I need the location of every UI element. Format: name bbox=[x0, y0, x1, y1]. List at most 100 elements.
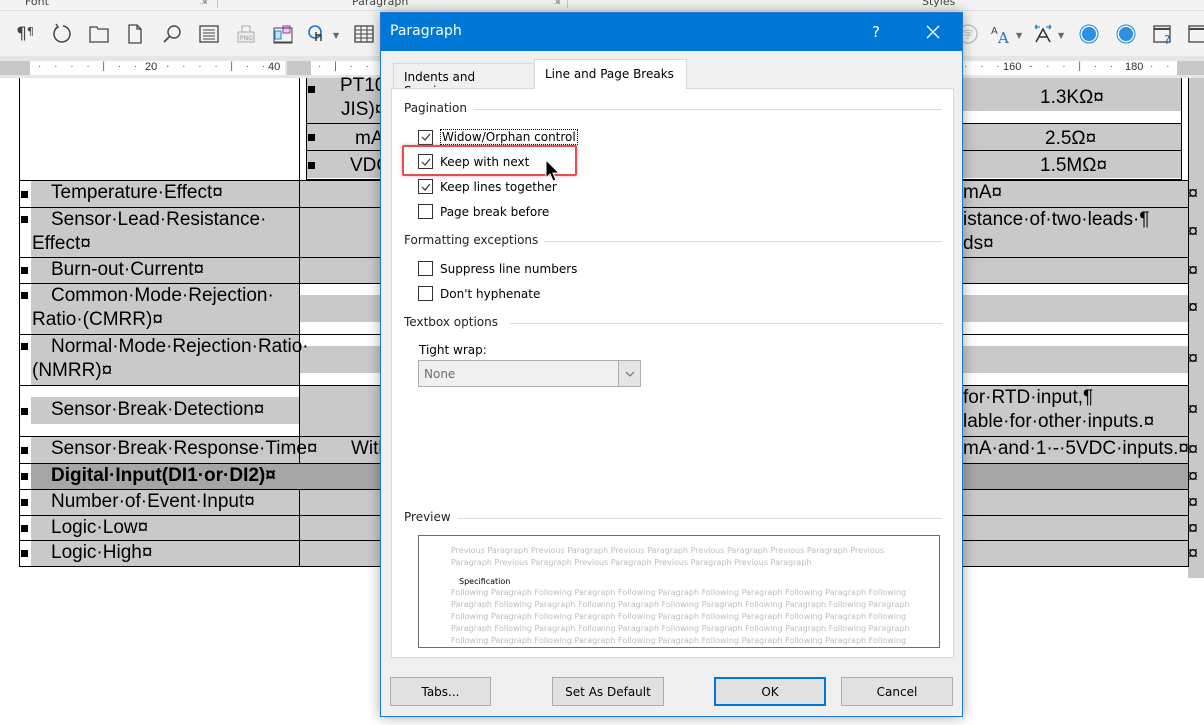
font-size-icon[interactable]: AA bbox=[989, 22, 1013, 46]
widow-orphan-control-checkbox[interactable]: Widow/Orphan control bbox=[418, 129, 578, 145]
row-label: Common·Mode·Rejection· bbox=[51, 285, 274, 306]
cell-end-mark: ¤ bbox=[1188, 183, 1199, 203]
refresh-icon[interactable] bbox=[50, 22, 74, 46]
row-label-cont: Ratio·(CMRR)¤ bbox=[32, 309, 163, 330]
preview-following-line: Paragraph Following Paragraph Following … bbox=[451, 600, 910, 609]
tab-line-and-page-breaks[interactable]: Line and Page Breaks bbox=[534, 59, 687, 89]
row-label: Temperature·Effect¤ bbox=[51, 182, 223, 203]
touch-mode-dropdown-icon[interactable]: ▼ bbox=[333, 31, 339, 40]
ok-label: OK bbox=[761, 684, 779, 699]
sub-row-value: 1.5MΩ¤ bbox=[1040, 155, 1108, 176]
checkbox-label: Suppress line numbers bbox=[440, 261, 578, 276]
touch-mode-icon[interactable] bbox=[305, 22, 329, 46]
png-export-icon[interactable]: PNG bbox=[234, 22, 258, 46]
ribbon-group-font[interactable]: Font bbox=[25, 0, 49, 8]
text-direction-icon[interactable] bbox=[1031, 22, 1055, 46]
calendar-help-icon[interactable]: ? bbox=[1151, 22, 1175, 46]
ok-button[interactable]: OK bbox=[714, 677, 826, 706]
row-label: Normal·Mode·Rejection·Ratio· bbox=[51, 336, 309, 357]
row-label: Burn-out·Current¤ bbox=[51, 259, 205, 280]
list-bullet bbox=[21, 343, 28, 350]
checkmark-icon bbox=[421, 133, 430, 141]
sub-row-label: JIS)¤ bbox=[341, 99, 386, 120]
list-bullet bbox=[21, 473, 28, 480]
row-label: Sensor·Break·Detection¤ bbox=[51, 399, 265, 420]
cell-end-mark: ¤ bbox=[1188, 297, 1199, 317]
ribbon-group-paragraph[interactable]: Paragraph bbox=[352, 0, 408, 8]
tab-indents-and-spacing[interactable]: Indents and Spacing bbox=[393, 63, 534, 98]
dont-hyphenate-checkbox[interactable]: Don't hyphenate bbox=[418, 286, 540, 301]
list-bullet bbox=[21, 292, 28, 299]
svg-text:A: A bbox=[991, 26, 998, 37]
row-value: istance·of·two·leads·¶ bbox=[963, 209, 1150, 230]
svg-text:?: ? bbox=[1164, 33, 1170, 45]
preview-previous-line: Previous Paragraph Previous Paragraph Pr… bbox=[451, 546, 885, 555]
preview-following-line: Following Paragraph Following Paragraph … bbox=[451, 588, 907, 597]
row-value: mA¤ bbox=[963, 182, 1003, 203]
paragraph-dialog-launcher-icon[interactable]: ⇲ bbox=[553, 0, 561, 7]
preview-current-paragraph: Specification bbox=[459, 577, 511, 586]
3d-objects-icon[interactable] bbox=[271, 22, 295, 46]
close-icon bbox=[926, 25, 940, 39]
preview-previous-line: Paragraph Previous Paragraph Previous Pa… bbox=[451, 558, 812, 567]
list-bullet bbox=[21, 550, 28, 557]
help-button[interactable]: ? bbox=[857, 13, 895, 51]
show-formatting-marks-icon[interactable]: ¶ ¶ bbox=[13, 22, 37, 46]
cell-end-mark: ¤ bbox=[1188, 399, 1199, 419]
cell-end-mark: ¤ bbox=[1188, 466, 1199, 486]
checkbox-unchecked bbox=[418, 261, 433, 276]
tabs-button[interactable]: Tabs... bbox=[390, 677, 491, 706]
font-size-dropdown-icon[interactable]: ▼ bbox=[1016, 31, 1022, 40]
ruler-label-180: 180 bbox=[1125, 61, 1144, 73]
font-dialog-launcher-icon[interactable]: ⇲ bbox=[200, 0, 208, 7]
list-bullet bbox=[21, 447, 28, 454]
keep-lines-together-checkbox[interactable]: Keep lines together bbox=[418, 179, 557, 194]
list-bullet bbox=[21, 191, 28, 198]
cell-end-mark: ¤ bbox=[1188, 348, 1199, 368]
tab-label: Line and Page Breaks bbox=[545, 67, 674, 81]
circle-blue-icon-1[interactable] bbox=[1077, 22, 1101, 46]
page-break-before-checkbox[interactable]: Page break before bbox=[418, 204, 549, 219]
word-window: Font ⇲ Paragraph ⇲ Styles ¶ ¶ PNG ▼ 字 A … bbox=[0, 0, 1204, 725]
preview-following-line: Following Paragraph Following Paragraph … bbox=[451, 612, 907, 621]
table-icon[interactable] bbox=[352, 22, 376, 46]
suppress-line-numbers-checkbox[interactable]: Suppress line numbers bbox=[418, 261, 577, 276]
folder-icon[interactable] bbox=[87, 22, 111, 46]
list-bullet bbox=[21, 525, 28, 532]
help-icon: ? bbox=[872, 23, 880, 41]
chevron-down-icon[interactable] bbox=[618, 361, 640, 386]
close-button[interactable] bbox=[911, 13, 955, 51]
new-document-icon[interactable] bbox=[123, 22, 147, 46]
circle-blue-icon-2[interactable] bbox=[1114, 22, 1138, 46]
row-label: Sensor·Break·Response·Time¤ bbox=[51, 438, 318, 459]
row-label-cont: Effect¤ bbox=[32, 233, 91, 254]
checkmark-icon bbox=[421, 183, 430, 191]
row-label: Digital·Input(DI1·or·DI2)¤ bbox=[51, 465, 276, 486]
cell-end-mark: ¤ bbox=[1188, 439, 1199, 459]
checkbox-checked bbox=[418, 129, 433, 145]
pagination-section-label: Pagination bbox=[404, 101, 473, 115]
list-bullet bbox=[21, 499, 28, 506]
sub-row-value: 2.5Ω¤ bbox=[1045, 128, 1097, 149]
row-value-cont: ds¤ bbox=[963, 233, 994, 254]
dialog-titlebar[interactable]: Paragraph ? bbox=[381, 13, 962, 51]
row-label: Number·of·Event·Input¤ bbox=[51, 491, 255, 512]
cancel-button[interactable]: Cancel bbox=[841, 677, 953, 706]
checkbox-unchecked bbox=[418, 286, 433, 301]
row-value-cont: lable·for·other·inputs.¤ bbox=[963, 411, 1155, 432]
list-bullet bbox=[21, 216, 28, 223]
cell-end-mark: ¤ bbox=[1188, 221, 1199, 241]
text-direction-dropdown-icon[interactable]: ▼ bbox=[1058, 31, 1064, 40]
ruler-label-160: 160 bbox=[1003, 61, 1022, 73]
svg-text:字: 字 bbox=[963, 28, 973, 41]
textbox-options-section-label: Textbox options bbox=[404, 315, 504, 329]
checkbox-label: Page break before bbox=[440, 204, 550, 219]
window-icon[interactable] bbox=[1186, 22, 1204, 46]
set-as-default-button[interactable]: Set As Default bbox=[552, 677, 664, 706]
search-icon[interactable] bbox=[160, 22, 184, 46]
tight-wrap-select[interactable]: None bbox=[418, 360, 641, 387]
checkbox-unchecked bbox=[418, 204, 433, 219]
tabs-button-label: Tabs... bbox=[421, 684, 460, 699]
ribbon-group-styles[interactable]: Styles bbox=[922, 0, 955, 8]
text-lines-icon[interactable] bbox=[197, 22, 221, 46]
